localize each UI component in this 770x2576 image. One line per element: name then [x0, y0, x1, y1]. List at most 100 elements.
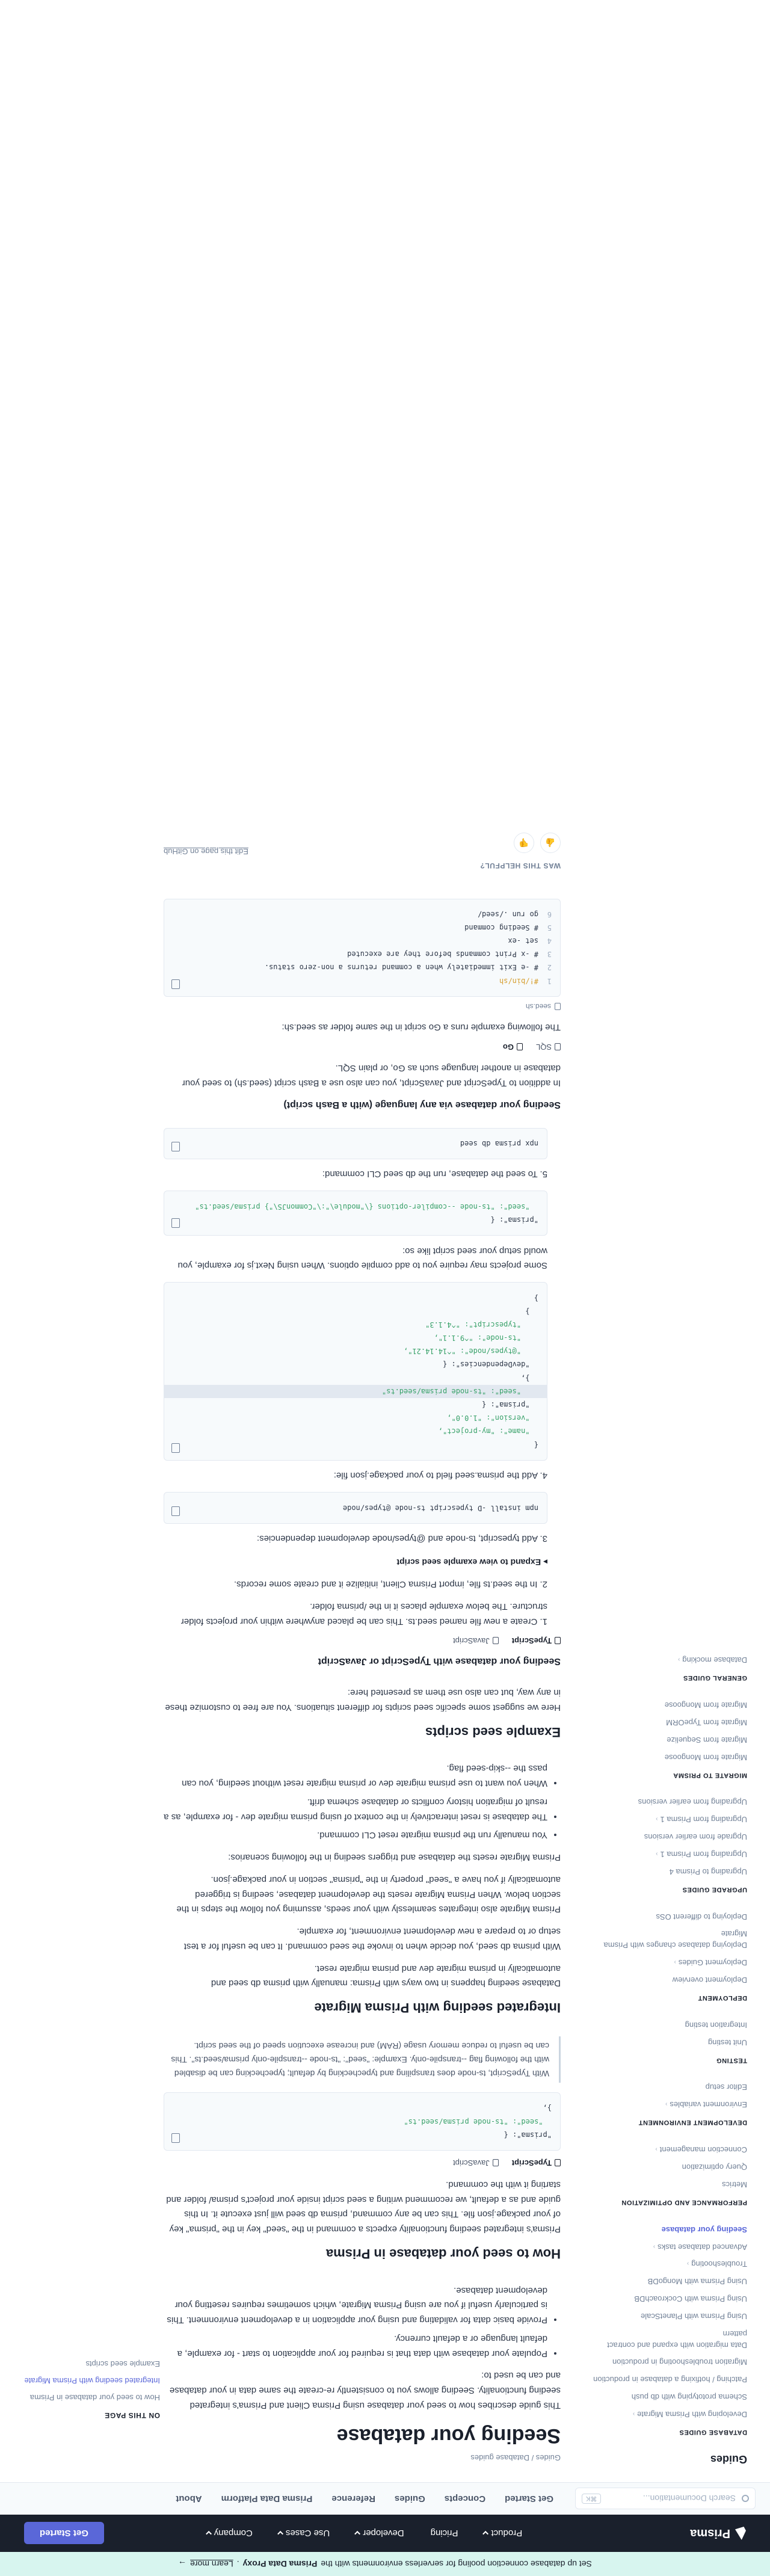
tab-go[interactable]: Go [503, 1040, 523, 1053]
sidebar-item[interactable]: Deployment Guides › [593, 1953, 747, 1971]
chevron-right-icon[interactable]: › [678, 1655, 680, 1664]
sidebar-item[interactable]: Developing with Prisma Migrate › [593, 2405, 747, 2423]
note-callout: With TypeScript, ts-node does transpilin… [164, 2036, 561, 2083]
search-input[interactable]: Search Documentation... ⌘K [575, 2488, 756, 2510]
sidebar-item-label: Editor setup [705, 2083, 747, 2092]
chevron-right-icon[interactable]: › [674, 1958, 676, 1967]
subnav-about[interactable]: About [176, 2494, 202, 2504]
sidebar-item[interactable]: Advanced database tasks › [593, 2238, 747, 2255]
chevron-right-icon[interactable]: › [633, 2409, 635, 2418]
copy-icon[interactable] [171, 1218, 180, 1228]
prisma-logo[interactable]: Prisma [626, 2527, 746, 2541]
sidebar-item[interactable]: Troubleshooting › [593, 2255, 747, 2273]
sidebar-item[interactable]: Seeding your database [593, 2220, 747, 2238]
sidebar-item[interactable]: Using Prisma with MongoDB [593, 2272, 747, 2290]
sidebar-item[interactable]: Deploying to different OSs [593, 1908, 747, 1925]
sidebar-item[interactable]: Migration troubleshooting in production [593, 2353, 747, 2371]
chevron-right-icon[interactable]: › [687, 2259, 689, 2268]
tab-sql[interactable]: SQL [536, 1040, 561, 1053]
sidebar-item[interactable]: Database mocking › [593, 1651, 747, 1668]
sidebar-item[interactable]: Upgrading from earlier versions [593, 1793, 747, 1811]
sidebar-item[interactable]: Query optimization [593, 2158, 747, 2175]
chevron-right-icon[interactable]: › [655, 2145, 657, 2154]
tab-javascript[interactable]: JavaScript [453, 2157, 499, 2169]
chevron-right-icon[interactable]: › [665, 2100, 667, 2109]
copy-icon[interactable] [171, 1506, 180, 1516]
integrated-paragraph: Prisma Migrate resets the database and t… [228, 1852, 561, 1863]
nav-pricing[interactable]: Pricing [431, 2528, 458, 2539]
thumbs-up-icon[interactable]: 👍 [540, 832, 561, 853]
subnav-data-platform[interactable]: Prisma Data Platform [221, 2494, 313, 2504]
tab-typescript[interactable]: TypeScript [512, 2157, 561, 2169]
sidebar-item[interactable]: Migrate from Mongoose [593, 1748, 747, 1766]
sidebar-item[interactable]: Patching / hotfixing a database in produ… [593, 2370, 747, 2388]
breadcrumb[interactable]: Guides / Database guides [164, 2451, 561, 2464]
sidebar-item[interactable]: Upgrading from Prisma 1 › [593, 1845, 747, 1863]
subnav-guides[interactable]: Guides [395, 2494, 425, 2504]
get-started-button[interactable]: Get Started [24, 2522, 104, 2545]
copy-icon[interactable] [171, 979, 180, 989]
sidebar-item[interactable]: Unit testing [593, 2033, 747, 2051]
chevron-right-icon[interactable]: › [656, 1814, 658, 1823]
chevron-right-icon[interactable]: › [656, 1849, 658, 1858]
sidebar-item[interactable]: Schema prototyping with db push [593, 2388, 747, 2405]
sidebar-item[interactable]: Migrate from Sequelize [593, 1731, 747, 1748]
javascript-icon [492, 2159, 499, 2167]
edit-on-github-link[interactable]: Edit this page on GitHub [164, 845, 248, 858]
sidebar-item[interactable]: Upgrade from earlier versions [593, 1828, 747, 1845]
nav-company[interactable]: Company [205, 2528, 253, 2539]
sidebar-item[interactable]: Editor setup [593, 2078, 747, 2096]
sidebar-item[interactable]: Data migration with expand and contract … [593, 2325, 747, 2353]
prisma-logo-icon [735, 2527, 746, 2540]
sidebar-section-heading: Performance and optimization [621, 2198, 747, 2206]
subnav-get-started[interactable]: Get Started [505, 2494, 553, 2504]
sidebar-item[interactable]: Migrate from TypeORM [593, 1713, 747, 1731]
sidebar-item[interactable]: Migrate from Mongoose [593, 1696, 747, 1713]
sidebar-item[interactable]: Upgrading to Prisma 4 [593, 1863, 747, 1880]
heading-bash-seeding: Seeding your database via any language (… [283, 1099, 561, 1110]
sidebar-item-label: Patching / hotfixing a database in produ… [593, 2375, 747, 2385]
expand-seed-script-toggle[interactable]: ▸ Expand to view example seed script [164, 1555, 547, 1569]
toc-item[interactable]: Integrated seeding with Prisma Migrate [24, 2375, 160, 2386]
article: Guides / Database guides Seeding your da… [164, 748, 579, 2482]
thumbs-down-icon[interactable]: 👎 [514, 832, 534, 853]
sidebar-item[interactable]: Using Prisma with PlanetScale [593, 2307, 747, 2325]
tab-javascript[interactable]: JavaScript [453, 1635, 499, 1647]
copy-icon[interactable] [171, 1443, 180, 1453]
sidebar-item[interactable]: Using Prisma with CockroachDB [593, 2290, 747, 2307]
language-tabs: TypeScript JavaScript [164, 1628, 561, 1647]
chevron-down-icon [354, 2531, 361, 2537]
copy-icon[interactable] [171, 2133, 180, 2143]
how-paragraph: Prisma's integrated seeding functionalit… [166, 2179, 561, 2235]
sidebar-item[interactable]: Upgrading from Prisma 1 › [593, 1810, 747, 1828]
subnav-concepts[interactable]: Concepts [445, 2494, 485, 2504]
docs-subnav: Search Documentation... ⌘K Get Started C… [0, 2482, 770, 2515]
banner-link[interactable]: Learn more [190, 2559, 233, 2569]
chevron-right-icon[interactable]: › [653, 2242, 655, 2251]
sidebar-item[interactable]: Deploying database changes with Prisma M… [593, 1925, 747, 1954]
step-4-note: Some projects may require you to add com… [177, 1245, 547, 1271]
sidebar-item[interactable]: Integration testing [593, 2016, 747, 2033]
sidebar-item-label: Using Prisma with PlanetScale [640, 2311, 747, 2321]
integrated-list: You manually run the prisma migrate rese… [164, 1761, 547, 1843]
sidebar-item[interactable]: Metrics [593, 2175, 747, 2193]
sidebar-item-label: Deployment overview [672, 1975, 747, 1985]
subnav-reference[interactable]: Reference [331, 2494, 375, 2504]
sidebar-item-label: Deployment Guides [678, 1958, 747, 1968]
sidebar-item[interactable]: Environment variables › [593, 2096, 747, 2113]
sidebar-item-label: Using Prisma with MongoDB [647, 2277, 747, 2287]
sidebar-item[interactable]: Connection management › [593, 2140, 747, 2158]
sidebar-item-label: Upgrade from earlier versions [644, 1832, 747, 1842]
tab-typescript[interactable]: TypeScript [512, 1635, 561, 1647]
toc-title: ON THIS PAGE [104, 2411, 160, 2420]
toc-item[interactable]: How to seed your database in Prisma [24, 2392, 160, 2403]
toc-item[interactable]: Example seed scripts [24, 2358, 160, 2368]
javascript-icon [492, 1637, 499, 1645]
sidebar-item[interactable]: Deployment overview [593, 1971, 747, 1988]
copy-icon[interactable] [171, 1141, 180, 1151]
sidebar-item-label: Deploying database changes with Prisma M… [603, 1929, 747, 1950]
nav-product[interactable]: Product [482, 2528, 522, 2539]
step-5: 5. To seed the database, run the db seed… [322, 1169, 547, 1180]
nav-developer[interactable]: Developer [354, 2528, 404, 2539]
nav-use-cases[interactable]: Use Cases [277, 2528, 330, 2539]
